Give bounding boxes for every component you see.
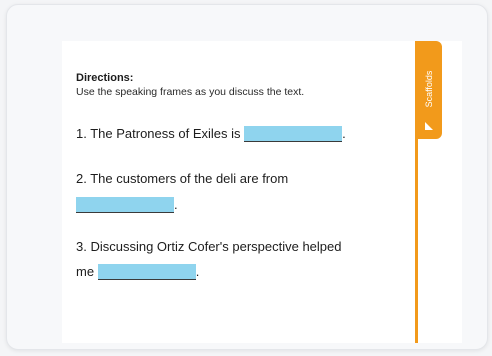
speaking-frame-2-line2: . bbox=[76, 193, 178, 217]
directions-title: Directions: bbox=[76, 72, 134, 84]
frame-3-period: . bbox=[195, 264, 200, 279]
speaking-frame-1: 1. The Patroness of Exiles is . bbox=[76, 122, 346, 146]
scaffolds-tab-label: Scaffolds bbox=[424, 70, 434, 108]
speaking-frame-2: 2. The customers of the deli are from bbox=[76, 167, 288, 191]
content-card: Directions: Use the speaking frames as y… bbox=[6, 4, 488, 350]
frame-1-text: 1. The Patroness of Exiles is bbox=[76, 126, 241, 141]
speaking-frame-3: 3. Discussing Ortiz Cofer's perspective … bbox=[76, 235, 341, 259]
frame-1-blank[interactable] bbox=[244, 125, 343, 142]
speaking-frame-3-line2: me . bbox=[76, 260, 199, 284]
frame-2-blank[interactable] bbox=[76, 196, 174, 213]
frame-1-period: . bbox=[342, 126, 346, 141]
frame-3-text: 3. Discussing Ortiz Cofer's perspective … bbox=[76, 239, 342, 254]
ruler-triangle-icon bbox=[425, 122, 433, 130]
frame-3-blank[interactable] bbox=[97, 263, 196, 280]
frame-2-period: . bbox=[174, 197, 178, 212]
scaffolds-tab[interactable]: Scaffolds bbox=[416, 41, 442, 139]
frame-2-text: 2. The customers of the deli are from bbox=[76, 171, 289, 186]
directions-text: Use the speaking frames as you discuss t… bbox=[76, 86, 305, 98]
frame-3-text-line2: me bbox=[76, 264, 95, 279]
speaking-frames-panel: Directions: Use the speaking frames as y… bbox=[62, 41, 462, 343]
